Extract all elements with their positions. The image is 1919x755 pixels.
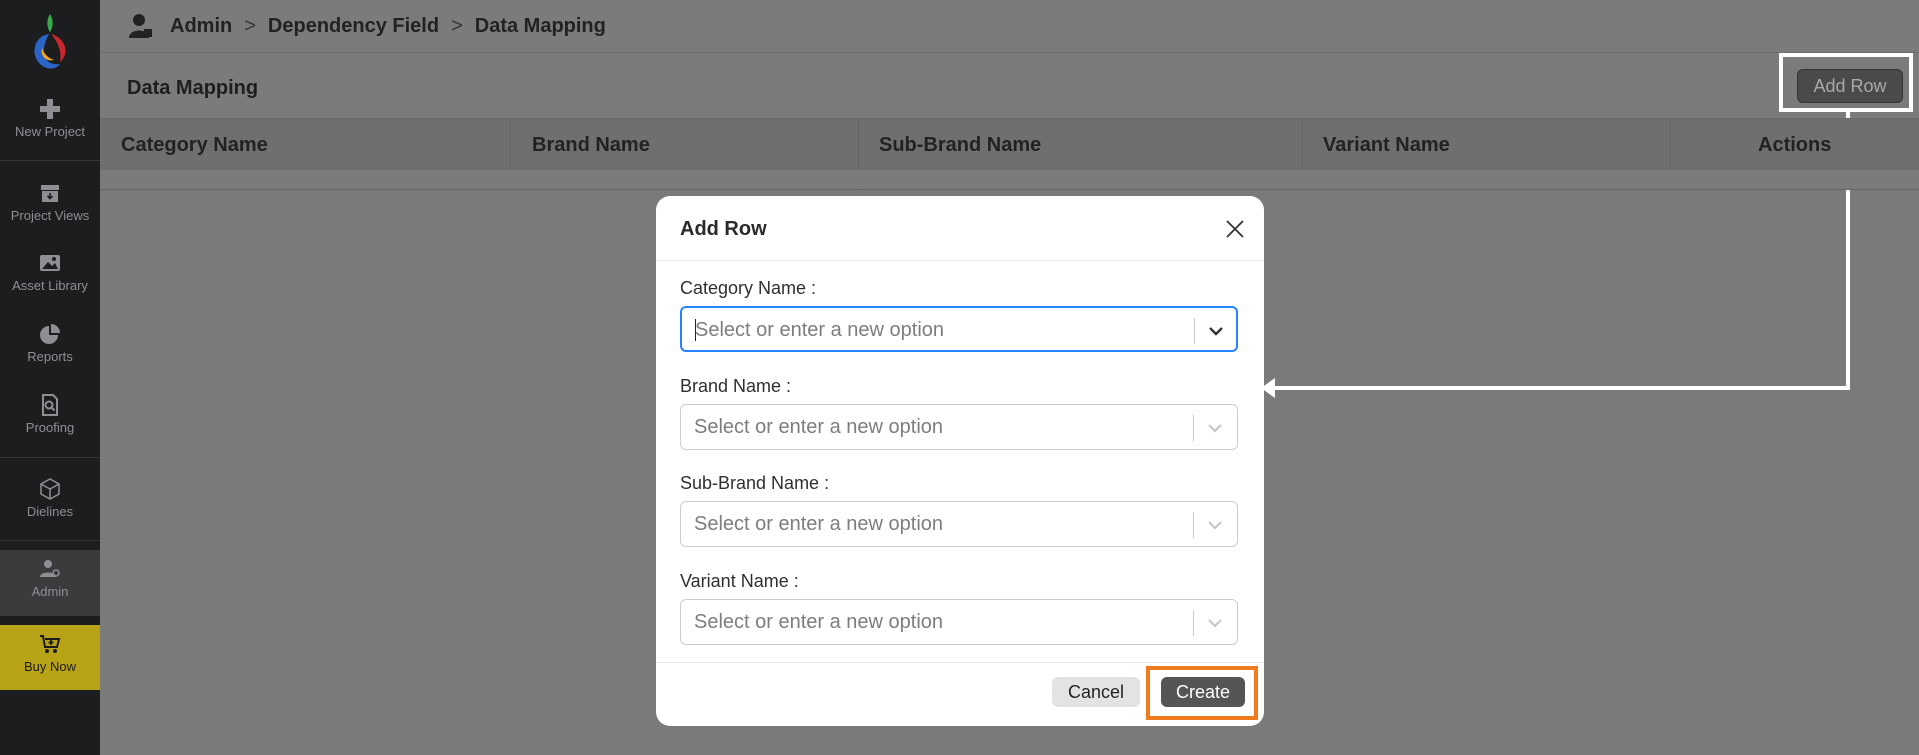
sidebar-item-new-project[interactable]: New Project: [0, 98, 100, 139]
select-divider: [1194, 318, 1195, 344]
sub-brand-name-placeholder: Select or enter a new option: [694, 513, 944, 535]
modal-title: Add Row: [680, 218, 767, 240]
box-icon: [40, 478, 60, 500]
variant-name-select[interactable]: Select or enter a new option: [680, 599, 1238, 645]
sidebar-item-dielines[interactable]: Dielines: [0, 478, 100, 519]
table-header: Category Name Brand Name Sub-Brand Name …: [100, 118, 1919, 191]
chevron-down-icon[interactable]: [1206, 321, 1226, 341]
column-category-name[interactable]: Category Name: [121, 119, 268, 171]
brand-name-label: Brand Name :: [680, 376, 792, 396]
close-icon[interactable]: [1224, 218, 1246, 240]
archive-icon: [41, 185, 59, 202]
category-name-placeholder: Select or enter a new option: [695, 319, 945, 341]
annotation-arrow: [1270, 386, 1850, 390]
breadcrumb-admin[interactable]: Admin: [170, 15, 232, 38]
sidebar-item-project-views[interactable]: Project Views: [0, 182, 100, 223]
table-row: [100, 170, 1919, 190]
sidebar-item-label: Dielines: [26, 504, 74, 519]
sidebar-item-asset-library[interactable]: Asset Library: [0, 252, 100, 293]
cancel-button[interactable]: Cancel: [1052, 677, 1140, 707]
add-row-modal: Add Row Category Name : Select or enter …: [656, 196, 1264, 726]
breadcrumb-separator: >: [451, 14, 463, 37]
chevron-down-icon[interactable]: [1205, 515, 1225, 535]
column-actions: Actions: [1758, 134, 1832, 156]
sidebar-item-label: Proofing: [25, 420, 75, 435]
select-divider: [1193, 512, 1194, 538]
sidebar-item-reports[interactable]: Reports: [0, 323, 100, 364]
sidebar-divider: [0, 540, 100, 541]
image-icon: [40, 255, 60, 271]
column-brand-name[interactable]: Brand Name: [532, 119, 650, 171]
breadcrumb: Admin > Dependency Field > Data Mapping: [170, 0, 606, 52]
variant-name-placeholder: Select or enter a new option: [694, 611, 944, 633]
breadcrumb-data-mapping: Data Mapping: [474, 14, 606, 37]
sidebar-item-label: Reports: [27, 349, 73, 364]
sidebar-item-proofing[interactable]: Proofing: [0, 394, 100, 435]
cart-icon: [40, 635, 61, 653]
plus-icon: [40, 99, 60, 119]
chevron-down-icon[interactable]: [1205, 418, 1225, 438]
select-divider: [1193, 610, 1194, 636]
sidebar-divider: [0, 160, 100, 161]
sub-brand-name-label: Sub-Brand Name :: [680, 473, 830, 493]
app-logo-icon[interactable]: [26, 10, 74, 76]
buy-now-button[interactable]: Buy Now: [0, 625, 100, 690]
variant-name-label: Variant Name :: [680, 571, 799, 591]
chevron-down-icon[interactable]: [1205, 613, 1225, 633]
brand-name-placeholder: Select or enter a new option: [694, 416, 944, 438]
page-header: [100, 53, 1919, 118]
sidebar-item-label: Buy Now: [23, 659, 77, 674]
create-highlight-box: [1146, 666, 1258, 720]
sidebar-item-admin[interactable]: Admin: [0, 550, 100, 616]
brand-name-select[interactable]: Select or enter a new option: [680, 404, 1238, 450]
select-divider: [1193, 415, 1194, 441]
modal-header: Add Row: [656, 196, 1264, 261]
column-variant-name[interactable]: Variant Name: [1323, 119, 1450, 171]
user-icon: [129, 14, 152, 38]
breadcrumb-separator: >: [244, 14, 256, 37]
breadcrumb-dependency-field[interactable]: Dependency Field: [268, 15, 439, 38]
sidebar-item-label: New Project: [14, 124, 86, 139]
page-title: Data Mapping: [127, 77, 259, 99]
pie-chart-icon: [40, 324, 60, 344]
sub-brand-name-select[interactable]: Select or enter a new option: [680, 501, 1238, 547]
proof-search-icon: [42, 394, 58, 416]
category-name-label: Category Name :: [680, 278, 817, 298]
sidebar-item-label: Asset Library: [12, 278, 88, 293]
highlight-box: [1779, 53, 1913, 112]
sidebar-divider: [0, 457, 100, 458]
category-name-select[interactable]: Select or enter a new option: [680, 306, 1238, 352]
column-sub-brand-name[interactable]: Sub-Brand Name: [879, 119, 1041, 171]
sidebar-item-label: Admin: [31, 584, 69, 599]
sidebar: New Project Project Views Asset Library …: [0, 0, 100, 755]
admin-user-icon: [40, 560, 60, 577]
sidebar-item-label: Project Views: [10, 208, 90, 223]
